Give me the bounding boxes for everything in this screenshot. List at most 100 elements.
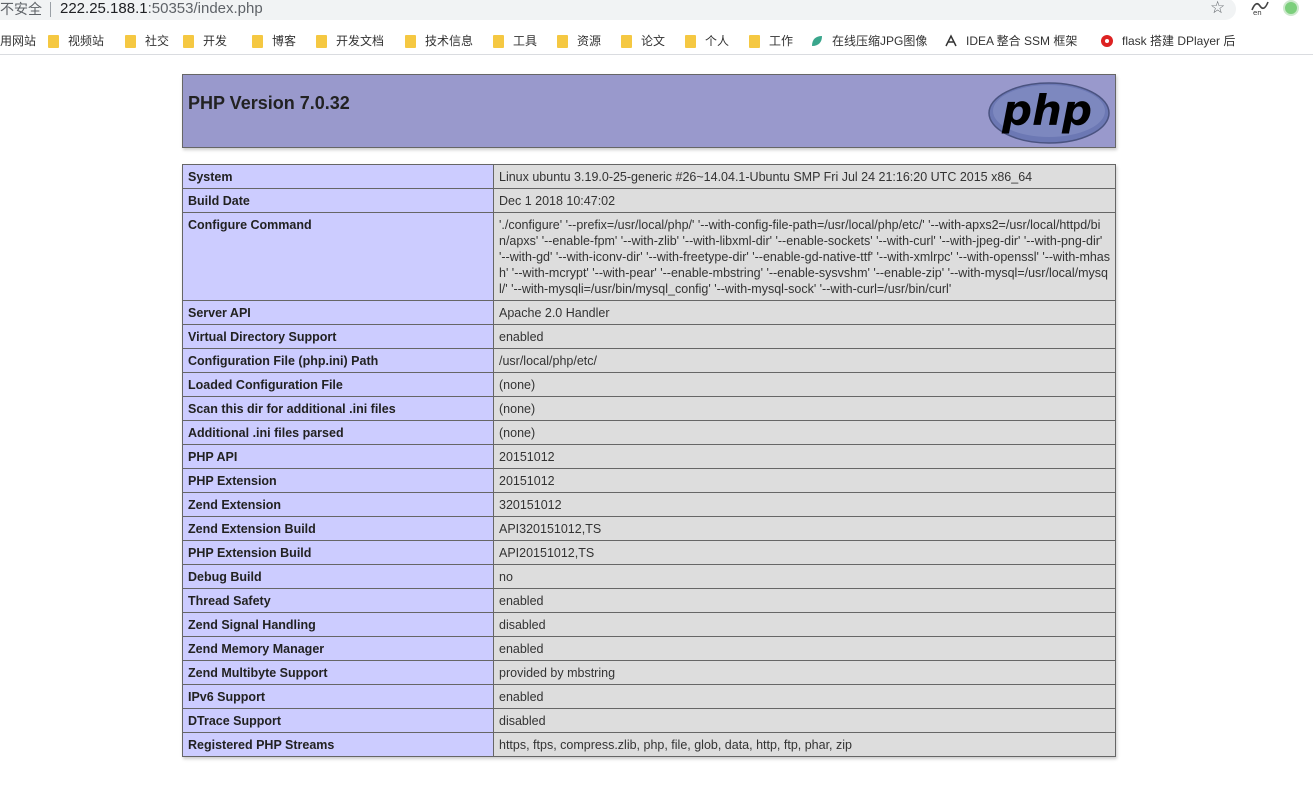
bookmark-item[interactable]: flask 搭建 DPlayer 后	[1100, 33, 1235, 49]
folder-icon	[252, 34, 263, 48]
php-logo-text: php	[1001, 86, 1092, 135]
url-path: :50353/index.php	[147, 0, 263, 17]
bookmark-item[interactable]: 在线压缩JPG图像	[810, 33, 927, 49]
folder-icon	[316, 34, 327, 48]
toolbar-divider	[0, 54, 1313, 55]
huawei-icon	[1100, 34, 1114, 48]
folder-icon	[685, 34, 696, 48]
row-key: PHP Extension Build	[182, 540, 494, 565]
bookmark-item[interactable]: 博客	[252, 33, 296, 49]
row-key: Build Date	[182, 188, 494, 213]
row-value: disabled	[493, 708, 1116, 733]
bookmark-item[interactable]: 视频站	[48, 33, 104, 49]
table-row: Zend Multibyte Support provided by mbstri…	[182, 660, 1116, 685]
row-value: 20151012	[493, 444, 1116, 469]
row-key: Zend Multibyte Support	[182, 660, 494, 685]
row-key: DTrace Support	[182, 708, 494, 733]
row-key: Virtual Directory Support	[182, 324, 494, 349]
omnibox-divider	[50, 2, 51, 17]
security-indicator[interactable]: 不安全	[0, 0, 42, 18]
table-row: PHP Extension Build API20151012,TS	[182, 540, 1116, 565]
bookmark-item[interactable]: 工具	[493, 33, 537, 49]
page-title: PHP Version 7.0.32	[188, 93, 350, 113]
row-value: /usr/local/php/etc/	[493, 348, 1116, 373]
row-key: PHP Extension	[182, 468, 494, 493]
bookmark-label: 在线压缩JPG图像	[832, 34, 928, 48]
php-logo-icon: php	[988, 82, 1110, 144]
table-row: Server API Apache 2.0 Handler	[182, 300, 1116, 325]
row-value: Dec 1 2018 10:47:02	[493, 188, 1116, 213]
bookmark-label: 资源	[577, 34, 602, 48]
row-key: Additional .ini files parsed	[182, 420, 494, 445]
bookmark-label: 技术信息	[425, 34, 474, 48]
row-key: Zend Signal Handling	[182, 612, 494, 637]
table-row: System Linux ubuntu 3.19.0-25-generic #26…	[182, 164, 1116, 189]
table-row: Configuration File (php.ini) Path/usr/lo…	[182, 348, 1116, 373]
table-row: Zend Extension Build API320151012,TS	[182, 516, 1116, 541]
row-value: API320151012,TS	[493, 516, 1116, 541]
table-row: Zend Extension 320151012	[182, 492, 1116, 517]
row-key: Zend Extension	[182, 492, 494, 517]
bookmark-item[interactable]: 资源	[557, 33, 601, 49]
leaf-icon	[810, 34, 824, 48]
row-key: Thread Safety	[182, 588, 494, 613]
folder-icon	[48, 34, 59, 48]
row-key: Loaded Configuration File	[182, 372, 494, 397]
bookmark-item[interactable]: 个人	[685, 33, 729, 49]
row-value: enabled	[493, 636, 1116, 661]
bookmark-item[interactable]: IDEA 整合 SSM 框架	[944, 33, 1077, 49]
table-row: Debug Build no	[182, 564, 1116, 589]
row-key: PHP API	[182, 444, 494, 469]
row-key: Scan this dir for additional .ini files	[182, 396, 494, 421]
row-value: (none)	[493, 420, 1116, 445]
bookmark-label: 工具	[513, 34, 538, 48]
table-row: Registered PHP Streams https, ftps, compr…	[182, 732, 1116, 757]
row-value: no	[493, 564, 1116, 589]
row-key: Registered PHP Streams	[182, 732, 494, 757]
table-row: Configure Command './configure' '--prefix…	[182, 212, 1116, 301]
profile-status-icon[interactable]	[1283, 0, 1299, 16]
bookmark-label: 开发文档	[336, 34, 385, 48]
row-value: Apache 2.0 Handler	[493, 300, 1116, 325]
bookmarks-bar: 用网站 视频站 社交 开发 博客 开发文档 技术信息 工具 资源 论文 个人 工作 在线压缩JPG图像 I…	[0, 28, 1313, 54]
bookmark-item[interactable]: 开发文档	[316, 33, 384, 49]
folder-icon	[749, 34, 760, 48]
star-icon[interactable]: ☆	[1210, 0, 1225, 17]
row-value: 20151012	[493, 468, 1116, 493]
bookmark-label: 工作	[769, 34, 794, 48]
folder-icon	[125, 34, 136, 48]
table-row: IPv6 Support enabled	[182, 684, 1116, 709]
url-text[interactable]: 222.25.188.1:50353/index.php	[60, 0, 263, 18]
table-row: Zend Signal Handling disabled	[182, 612, 1116, 637]
svg-text:en: en	[1253, 9, 1262, 16]
bookmark-label: IDEA 整合 SSM 框架	[966, 34, 1078, 48]
bookmark-item[interactable]: 开发	[183, 33, 227, 49]
table-row: Additional .ini files parsed (none)	[182, 420, 1116, 445]
table-row: Loaded Configuration File (none)	[182, 372, 1116, 397]
bookmark-item[interactable]: 工作	[749, 33, 793, 49]
phpinfo-table: System Linux ubuntu 3.19.0-25-generic #26…	[182, 164, 1116, 757]
bookmark-label: flask 搭建 DPlayer 后	[1122, 34, 1236, 48]
table-row: Virtual Directory Support enabled	[182, 324, 1116, 349]
bookmark-label: 用网站	[0, 34, 37, 48]
bookmark-item[interactable]: 技术信息	[405, 33, 473, 49]
row-value: https, ftps, compress.zlib, php, file, g…	[493, 732, 1116, 757]
bookmark-item[interactable]: 论文	[621, 33, 665, 49]
address-bar[interactable]: 不安全 222.25.188.1:50353/index.php ☆ en	[0, 0, 1313, 20]
row-value: (none)	[493, 372, 1116, 397]
bookmark-item[interactable]: 社交	[125, 33, 169, 49]
bookmark-label: 个人	[705, 34, 730, 48]
bookmark-label: 论文	[641, 34, 666, 48]
table-row: PHP Extension 20151012	[182, 468, 1116, 493]
row-value: Linux ubuntu 3.19.0-25-generic #26~14.04…	[493, 164, 1116, 189]
row-key: System	[182, 164, 494, 189]
row-value: (none)	[493, 396, 1116, 421]
folder-icon	[557, 34, 568, 48]
bookmark-label: 博客	[272, 34, 297, 48]
extension-icon[interactable]: en	[1250, 0, 1270, 18]
bookmark-item[interactable]: 用网站	[0, 33, 36, 49]
row-value: API20151012,TS	[493, 540, 1116, 565]
row-key: Zend Extension Build	[182, 516, 494, 541]
row-key: Zend Memory Manager	[182, 636, 494, 661]
url-host: 222.25.188.1	[60, 0, 148, 17]
